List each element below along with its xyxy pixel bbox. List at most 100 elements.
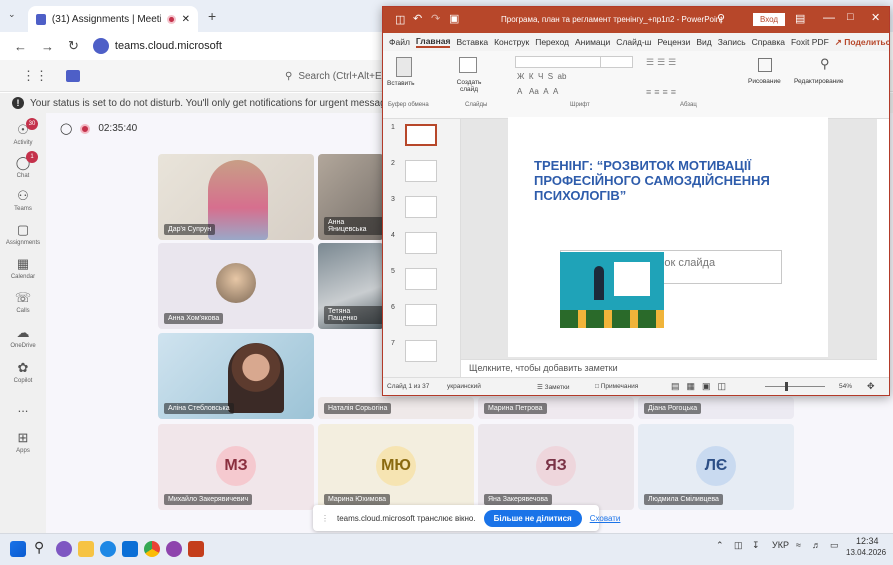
powerpoint-taskbar-icon[interactable] <box>188 541 204 557</box>
forward-arrow-icon[interactable]: → <box>41 39 54 54</box>
rail-onedrive[interactable]: ☁ OneDrive <box>0 325 46 349</box>
ribbon-display-icon[interactable]: ▤ <box>795 12 805 25</box>
tab-view[interactable]: Вид <box>696 37 711 47</box>
participant-tile[interactable]: ЯЗ Яна Закерявечова <box>478 424 634 510</box>
rail-copilot[interactable]: ✿ Copilot <box>0 360 46 384</box>
participant-tile[interactable]: Тетяна Пащенко <box>318 243 384 329</box>
new-slide-icon[interactable] <box>459 57 477 73</box>
font-style-icons[interactable]: Ж К Ч S ab <box>517 72 566 81</box>
url-field[interactable]: teams.cloud.microsoft <box>92 38 222 54</box>
reload-icon[interactable]: ↻ <box>68 38 79 54</box>
tab-animations[interactable]: Анимаци <box>575 37 610 47</box>
zoom-slider[interactable] <box>765 386 825 387</box>
usb-icon[interactable]: ↧ <box>752 540 760 551</box>
view-buttons[interactable]: ▤▦▣◫ <box>671 381 733 392</box>
editing-label[interactable]: Редактирование <box>794 78 844 85</box>
slide-thumbnail-4[interactable] <box>405 232 437 254</box>
tab-slideshow[interactable]: Слайд-ш <box>616 37 651 47</box>
edge-icon[interactable] <box>100 541 116 557</box>
paste-icon[interactable] <box>396 57 412 77</box>
share-button[interactable]: ↗ Поделиться <box>835 37 889 48</box>
tab-file[interactable]: Файл <box>389 37 410 47</box>
battery-icon[interactable]: ▭ <box>830 540 839 551</box>
file-explorer-icon[interactable] <box>78 541 94 557</box>
rail-calendar[interactable]: ▦ Calendar <box>0 256 46 280</box>
tab-foxit[interactable]: Foxit PDF <box>791 37 829 47</box>
zoom-level[interactable]: 54% <box>839 383 852 390</box>
site-info-icon[interactable] <box>92 38 109 54</box>
paragraph-icons[interactable]: ☰☰☰ <box>646 57 679 68</box>
stop-sharing-button[interactable]: Більше не ділитися <box>483 509 582 527</box>
tray-chevron-icon[interactable]: ⌃ <box>716 540 724 551</box>
notes-toggle-button[interactable]: ☰ Заметки <box>537 383 570 391</box>
alignment-icons[interactable]: ≡≡≡≡ <box>646 87 679 97</box>
rail-more[interactable]: ... <box>0 400 46 417</box>
rail-calls[interactable]: ☏ Calls <box>0 290 46 314</box>
presenter-illustration[interactable] <box>560 252 664 328</box>
fit-slide-icon[interactable]: ✥ <box>867 381 875 392</box>
font-color-icons[interactable]: A Aa A A <box>517 87 558 96</box>
undo-icon[interactable]: ↶ <box>413 12 422 25</box>
rail-chat[interactable]: ◯ 1 Chat <box>0 151 46 179</box>
rail-activity[interactable]: ☉ 30 Activity <box>0 118 46 146</box>
close-tab-icon[interactable]: ✕ <box>182 14 190 25</box>
app-launcher-icon[interactable]: ⋮⋮ <box>22 68 48 84</box>
font-size-box[interactable] <box>600 56 633 68</box>
tab-help[interactable]: Справка <box>752 37 785 47</box>
slide-thumbnail-2[interactable] <box>405 160 437 182</box>
save-icon[interactable]: ◫ <box>395 13 405 26</box>
slide-thumbnail-1[interactable] <box>405 124 437 146</box>
volume-icon[interactable]: ♬ <box>812 540 821 550</box>
rail-apps[interactable]: ⊞ Apps <box>0 430 46 454</box>
language-indicator[interactable]: украинский <box>447 383 481 390</box>
rail-assignments[interactable]: ▢ Assignments <box>0 222 46 246</box>
participant-tile[interactable]: Анна Хом'якова <box>158 243 314 329</box>
clock-date[interactable]: 13.04.2026 <box>846 548 886 557</box>
find-icon[interactable]: ⚲ <box>820 56 830 72</box>
drawing-label[interactable]: Рисование <box>748 78 781 85</box>
minimize-icon[interactable]: — <box>823 10 835 24</box>
new-slide-label[interactable]: Создать слайд <box>452 79 486 93</box>
taskbar-search-icon[interactable]: ⚲ <box>34 539 44 556</box>
participant-tile[interactable]: Дар'я Супрун <box>158 154 314 240</box>
search-icon[interactable]: ⚲ <box>717 12 725 25</box>
participant-tile[interactable]: ЛЄ Людмила Сміливцева <box>638 424 794 510</box>
slide-title[interactable]: ТРЕНІНГ: “РОЗВИТОК МОТИВАЦІЇ ПРОФЕСІЙНОГ… <box>534 158 824 203</box>
zoom-thumb[interactable] <box>785 382 788 391</box>
chrome-icon[interactable] <box>144 541 160 557</box>
tab-insert[interactable]: Вставка <box>456 37 488 47</box>
browser-tab-meeting[interactable]: (31) Assignments | Meeting ✕ <box>28 6 198 32</box>
app-icon[interactable] <box>166 541 182 557</box>
slide-thumbnail-5[interactable] <box>405 268 437 290</box>
task-view-icon[interactable] <box>56 541 72 557</box>
login-button[interactable]: Вход <box>753 13 786 26</box>
tab-home[interactable]: Главная <box>415 36 451 48</box>
close-icon[interactable]: ✕ <box>871 11 880 24</box>
paste-label[interactable]: Вставить <box>387 80 415 87</box>
tab-transitions[interactable]: Переход <box>535 37 569 47</box>
participant-tile[interactable]: МЗ Михайло Закерявичевич <box>158 424 314 510</box>
current-slide[interactable] <box>508 117 828 357</box>
participant-tile[interactable]: Діана Рогоцька <box>638 397 794 419</box>
slide-thumbnail-7[interactable] <box>405 340 437 362</box>
wifi-icon[interactable]: ≈ <box>796 540 801 550</box>
drag-handle-icon[interactable]: ⋮ <box>321 514 329 523</box>
participant-tile[interactable]: Аліна Стебловська <box>158 333 314 419</box>
participant-tile[interactable]: МЮ Марина Юхимова <box>318 424 474 510</box>
tab-record[interactable]: Запись <box>718 37 746 47</box>
notes-pane[interactable]: Щелкните, чтобы добавить заметки <box>461 359 877 377</box>
tab-review[interactable]: Рецензи <box>657 37 690 47</box>
rail-teams[interactable]: ⚇ Teams <box>0 188 46 212</box>
tab-design[interactable]: Конструк <box>494 37 529 47</box>
network-icon[interactable]: ◫ <box>734 540 743 551</box>
redo-icon[interactable]: ↷ <box>431 12 440 25</box>
tab-list-chevron-icon[interactable]: ⌄ <box>8 9 16 20</box>
slide-thumbnail-6[interactable] <box>405 304 437 326</box>
present-icon[interactable]: ▣ <box>449 12 459 25</box>
store-icon[interactable] <box>122 541 138 557</box>
start-icon[interactable] <box>10 541 26 557</box>
participant-tile[interactable]: Анна Яницевська <box>318 154 384 240</box>
participant-tile[interactable]: Марина Петрова <box>478 397 634 419</box>
back-arrow-icon[interactable]: ← <box>14 39 27 54</box>
clock-time[interactable]: 12:34 <box>856 536 879 546</box>
